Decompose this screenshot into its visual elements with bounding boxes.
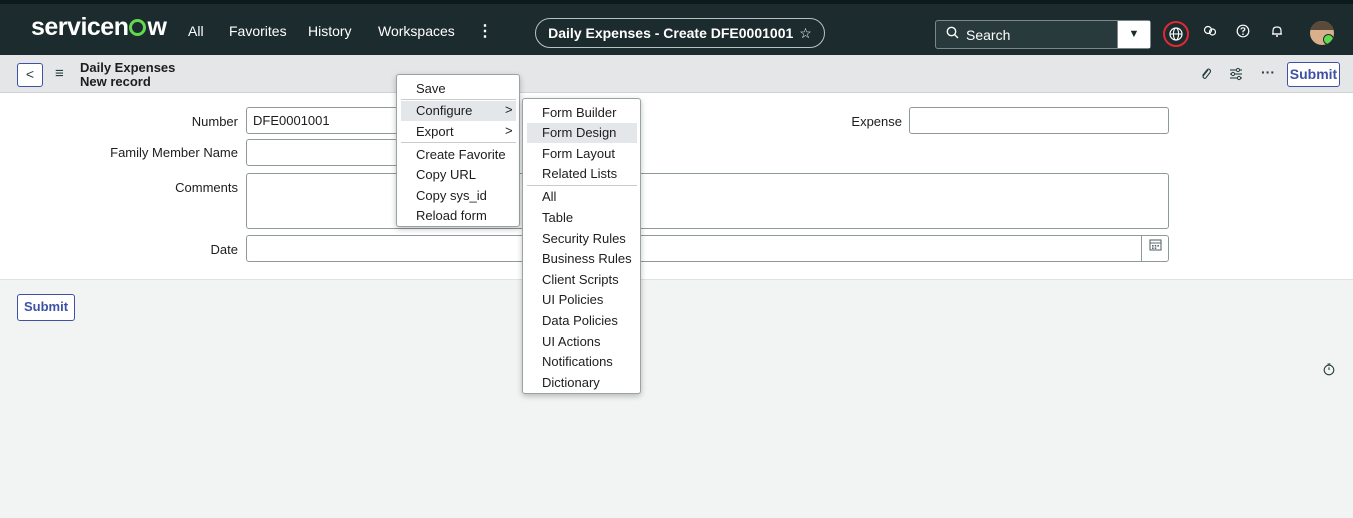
attachment-icon[interactable] (1200, 67, 1212, 84)
online-status-dot (1323, 34, 1334, 45)
submenu-item-ui-actions[interactable]: UI Actions (542, 334, 601, 349)
form-context-menu-icon[interactable]: ≡ (55, 65, 64, 82)
menu-item-save[interactable]: Save (416, 81, 446, 96)
back-button[interactable]: < (17, 63, 43, 87)
menu-item-reload-form[interactable]: Reload form (416, 208, 487, 223)
submenu-item-security-rules[interactable]: Security Rules (542, 231, 626, 246)
submenu-item-data-policies[interactable]: Data Policies (542, 313, 618, 328)
configure-submenu: Form Builder Form Design Form Layout Rel… (522, 98, 641, 394)
timer-icon[interactable] (1323, 363, 1335, 379)
nav-workspaces[interactable]: Workspaces (378, 23, 455, 39)
nav-all[interactable]: All (188, 23, 204, 39)
servicenow-logo[interactable]: servicen w (31, 13, 167, 42)
avatar-hair (1310, 21, 1334, 30)
user-avatar[interactable] (1310, 21, 1334, 45)
calendar-icon[interactable] (1141, 235, 1168, 261)
submenu-item-dictionary[interactable]: Dictionary (542, 375, 600, 390)
help-icon[interactable] (1236, 24, 1250, 41)
expense-field[interactable] (909, 107, 1169, 134)
globe-icon[interactable] (1163, 21, 1189, 47)
personalize-form-icon[interactable] (1229, 67, 1243, 84)
submenu-item-form-builder[interactable]: Form Builder (542, 105, 616, 120)
chevron-right-icon: > (505, 102, 513, 117)
record-title: Daily Expenses - Create DFE0001001 (548, 25, 794, 41)
submit-button-top[interactable]: Submit (1287, 62, 1340, 87)
submenu-item-business-rules[interactable]: Business Rules (542, 251, 632, 266)
favorite-star-icon[interactable]: ☆ (799, 25, 812, 41)
submenu-item-form-design[interactable]: Form Design (542, 125, 616, 140)
search-input[interactable]: Search (966, 27, 1010, 43)
expense-label: Expense (851, 114, 902, 129)
chevron-right-icon: > (505, 123, 513, 138)
search-icon (946, 26, 959, 42)
more-options-icon[interactable]: ··· (1261, 64, 1275, 80)
global-search[interactable]: Search ▼ (935, 20, 1151, 49)
form-header-bar: < ≡ Daily Expenses New record ··· Submit (0, 55, 1353, 93)
menu-item-copy-url[interactable]: Copy URL (416, 167, 476, 182)
comments-textarea[interactable] (246, 173, 1169, 229)
menu-separator (401, 99, 516, 100)
form-record-subtitle: New record (80, 74, 151, 89)
bell-icon[interactable] (1270, 24, 1284, 41)
menu-item-configure[interactable]: Configure (416, 103, 472, 118)
submenu-item-client-scripts[interactable]: Client Scripts (542, 272, 619, 287)
number-label: Number (191, 114, 238, 129)
submenu-item-notifications[interactable]: Notifications (542, 354, 613, 369)
submit-button-bottom[interactable]: Submit (17, 294, 75, 321)
form-table-title: Daily Expenses (80, 60, 176, 75)
submenu-item-related-lists[interactable]: Related Lists (542, 166, 617, 181)
submenu-item-form-layout[interactable]: Form Layout (542, 146, 615, 161)
family-member-name-label: Family Member Name (110, 145, 238, 160)
record-title-pill[interactable]: Daily Expenses - Create DFE0001001 ☆ (535, 18, 825, 48)
date-field[interactable] (246, 235, 1169, 262)
top-navigation-bar: servicen w All Favorites History Workspac… (0, 0, 1353, 55)
number-field[interactable] (246, 107, 398, 134)
menu-item-copy-sys-id[interactable]: Copy sys_id (416, 188, 487, 203)
logo-o-mark (129, 19, 147, 36)
date-label: Date (210, 242, 238, 257)
search-scope-dropdown-icon[interactable]: ▼ (1117, 21, 1150, 48)
chat-icon[interactable] (1203, 24, 1217, 41)
family-member-name-field[interactable] (246, 139, 398, 166)
nav-favorites[interactable]: Favorites (229, 23, 287, 39)
menu-item-export[interactable]: Export (416, 124, 454, 139)
submenu-item-all[interactable]: All (542, 189, 556, 204)
nav-history[interactable]: History (308, 23, 352, 39)
chevron-left-icon: < (25, 66, 35, 82)
submenu-item-ui-policies[interactable]: UI Policies (542, 292, 603, 307)
comments-label: Comments (175, 180, 238, 195)
submenu-item-table[interactable]: Table (542, 210, 573, 225)
menu-separator (527, 185, 637, 186)
form-context-menu: Save Configure > Export > Create Favorit… (396, 74, 520, 227)
menu-item-create-favorite[interactable]: Create Favorite (416, 147, 506, 162)
nav-more-icon[interactable]: ⋮ (477, 21, 493, 41)
menu-separator (401, 142, 516, 143)
